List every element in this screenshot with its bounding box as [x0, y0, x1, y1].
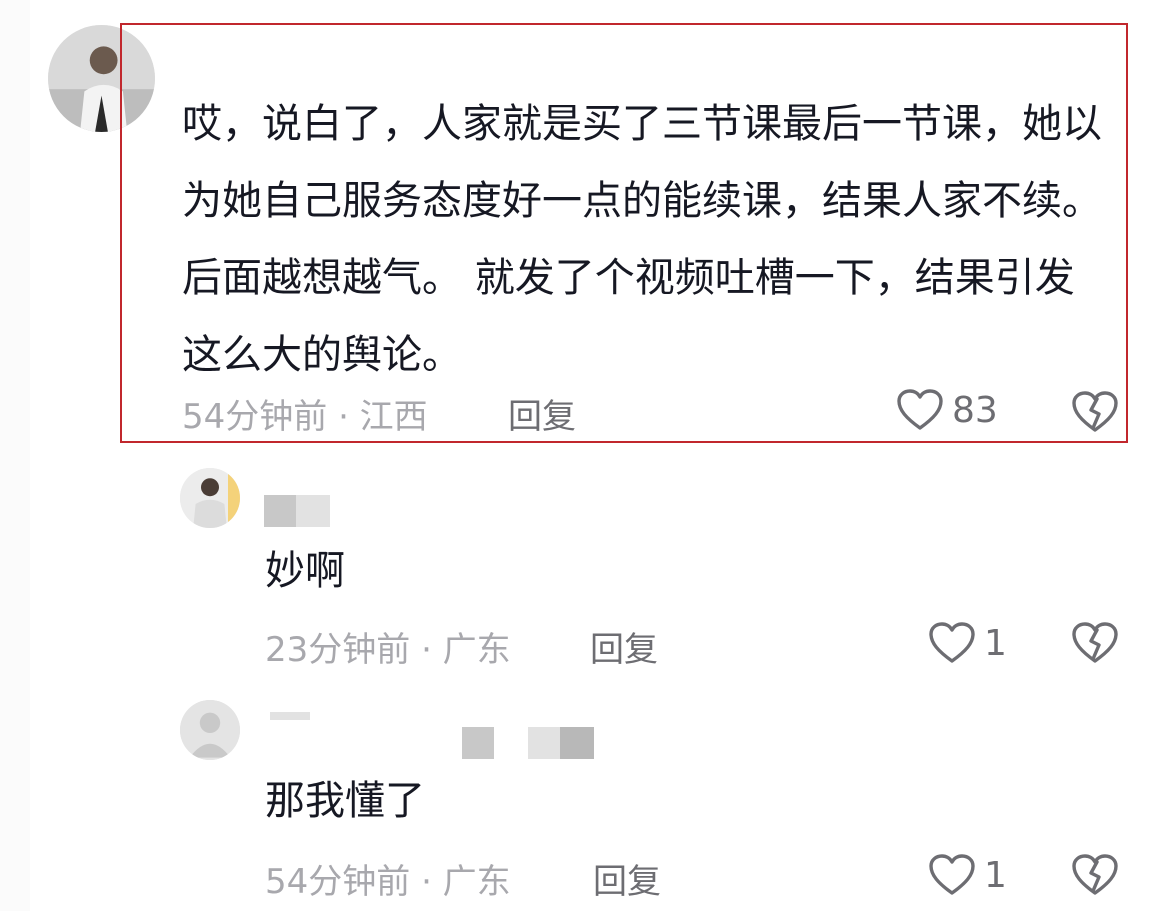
like-count: 1 — [984, 854, 1007, 896]
like-button[interactable]: 1 — [928, 621, 1007, 665]
username-redacted — [270, 712, 310, 720]
username-redacted — [528, 727, 560, 759]
comment-meta: 54分钟前 · 广东 — [265, 862, 511, 902]
username-redacted — [560, 727, 594, 759]
broken-heart-icon — [1072, 622, 1118, 663]
left-edge — [0, 0, 30, 911]
comment-text: 那我懂了 — [265, 778, 425, 824]
username-redacted — [264, 495, 296, 527]
dislike-button[interactable] — [1071, 621, 1119, 665]
username-redacted — [462, 727, 494, 759]
avatar[interactable] — [180, 468, 240, 528]
broken-heart-icon — [1072, 854, 1118, 895]
heart-outline-icon — [929, 622, 975, 663]
username-redacted — [296, 495, 330, 527]
dislike-button[interactable] — [1071, 853, 1119, 897]
like-button[interactable]: 1 — [928, 853, 1007, 897]
reply-button[interactable]: 回复 — [593, 854, 661, 903]
avatar-photo — [180, 468, 240, 528]
reply-button[interactable]: 回复 — [590, 622, 658, 671]
highlight-box — [120, 23, 1128, 443]
like-count: 1 — [984, 622, 1007, 664]
default-avatar[interactable] — [180, 700, 240, 760]
heart-outline-icon — [929, 854, 975, 895]
user-placeholder-icon — [180, 700, 240, 760]
comment-meta: 23分钟前 · 广东 — [265, 630, 511, 670]
comment-text: 妙啊 — [265, 548, 345, 594]
